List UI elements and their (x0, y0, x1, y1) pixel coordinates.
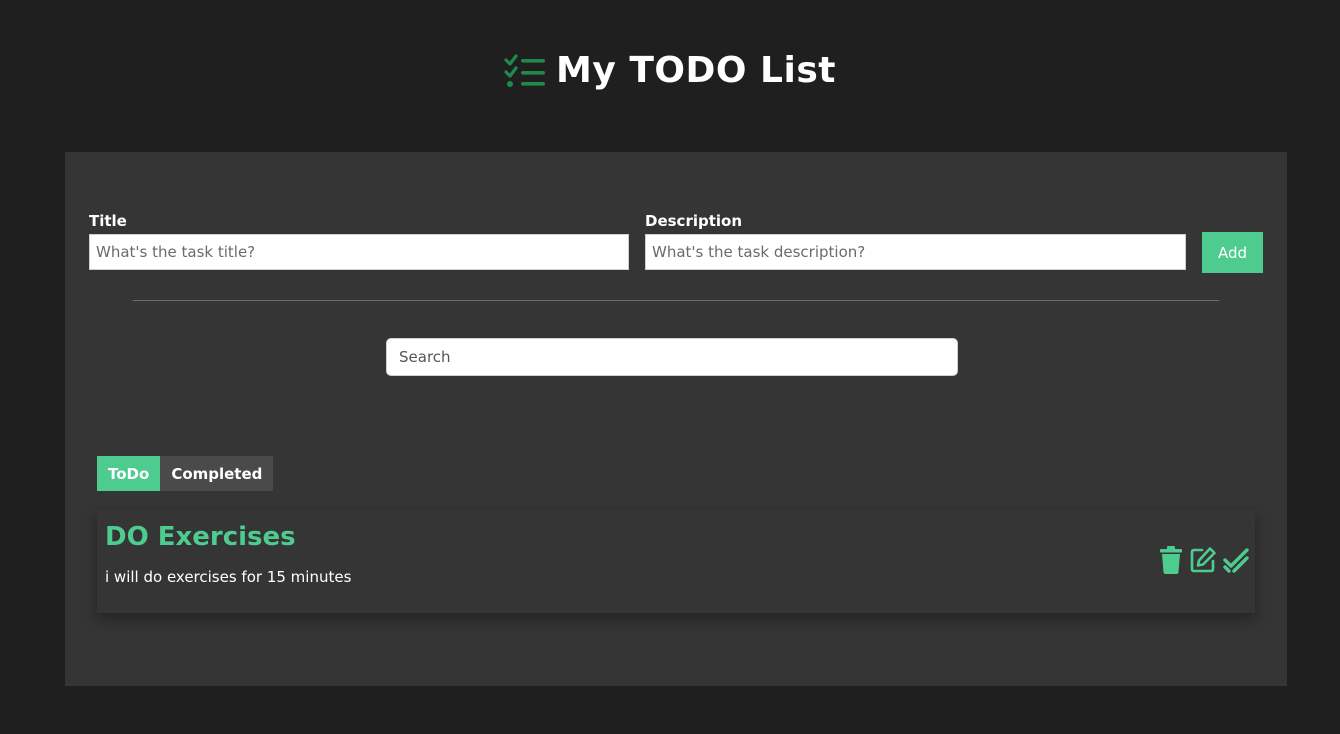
divider (133, 300, 1219, 301)
tab-completed[interactable]: Completed (160, 456, 274, 491)
task-title: DO Exercises (105, 522, 296, 552)
tab-bar: ToDo Completed (97, 456, 274, 491)
tab-todo[interactable]: ToDo (97, 456, 161, 491)
page-header: My TODO List (0, 50, 1340, 91)
task-item: DO Exercises i will do exercises for 15 … (97, 510, 1255, 613)
task-description: i will do exercises for 15 minutes (105, 568, 352, 586)
todo-panel: Title Description Add ToDo Completed DO … (65, 152, 1287, 686)
trash-icon[interactable] (1159, 546, 1183, 578)
title-label: Title (89, 212, 127, 230)
description-input[interactable] (645, 234, 1186, 270)
edit-icon[interactable] (1189, 546, 1217, 578)
page-title: My TODO List (556, 50, 836, 91)
title-input[interactable] (89, 234, 629, 270)
description-label: Description (645, 212, 743, 230)
check-icon[interactable] (1223, 547, 1249, 577)
task-actions (1159, 546, 1249, 578)
search-input[interactable] (386, 338, 958, 376)
list-check-icon (504, 53, 546, 89)
add-button[interactable]: Add (1202, 232, 1263, 273)
